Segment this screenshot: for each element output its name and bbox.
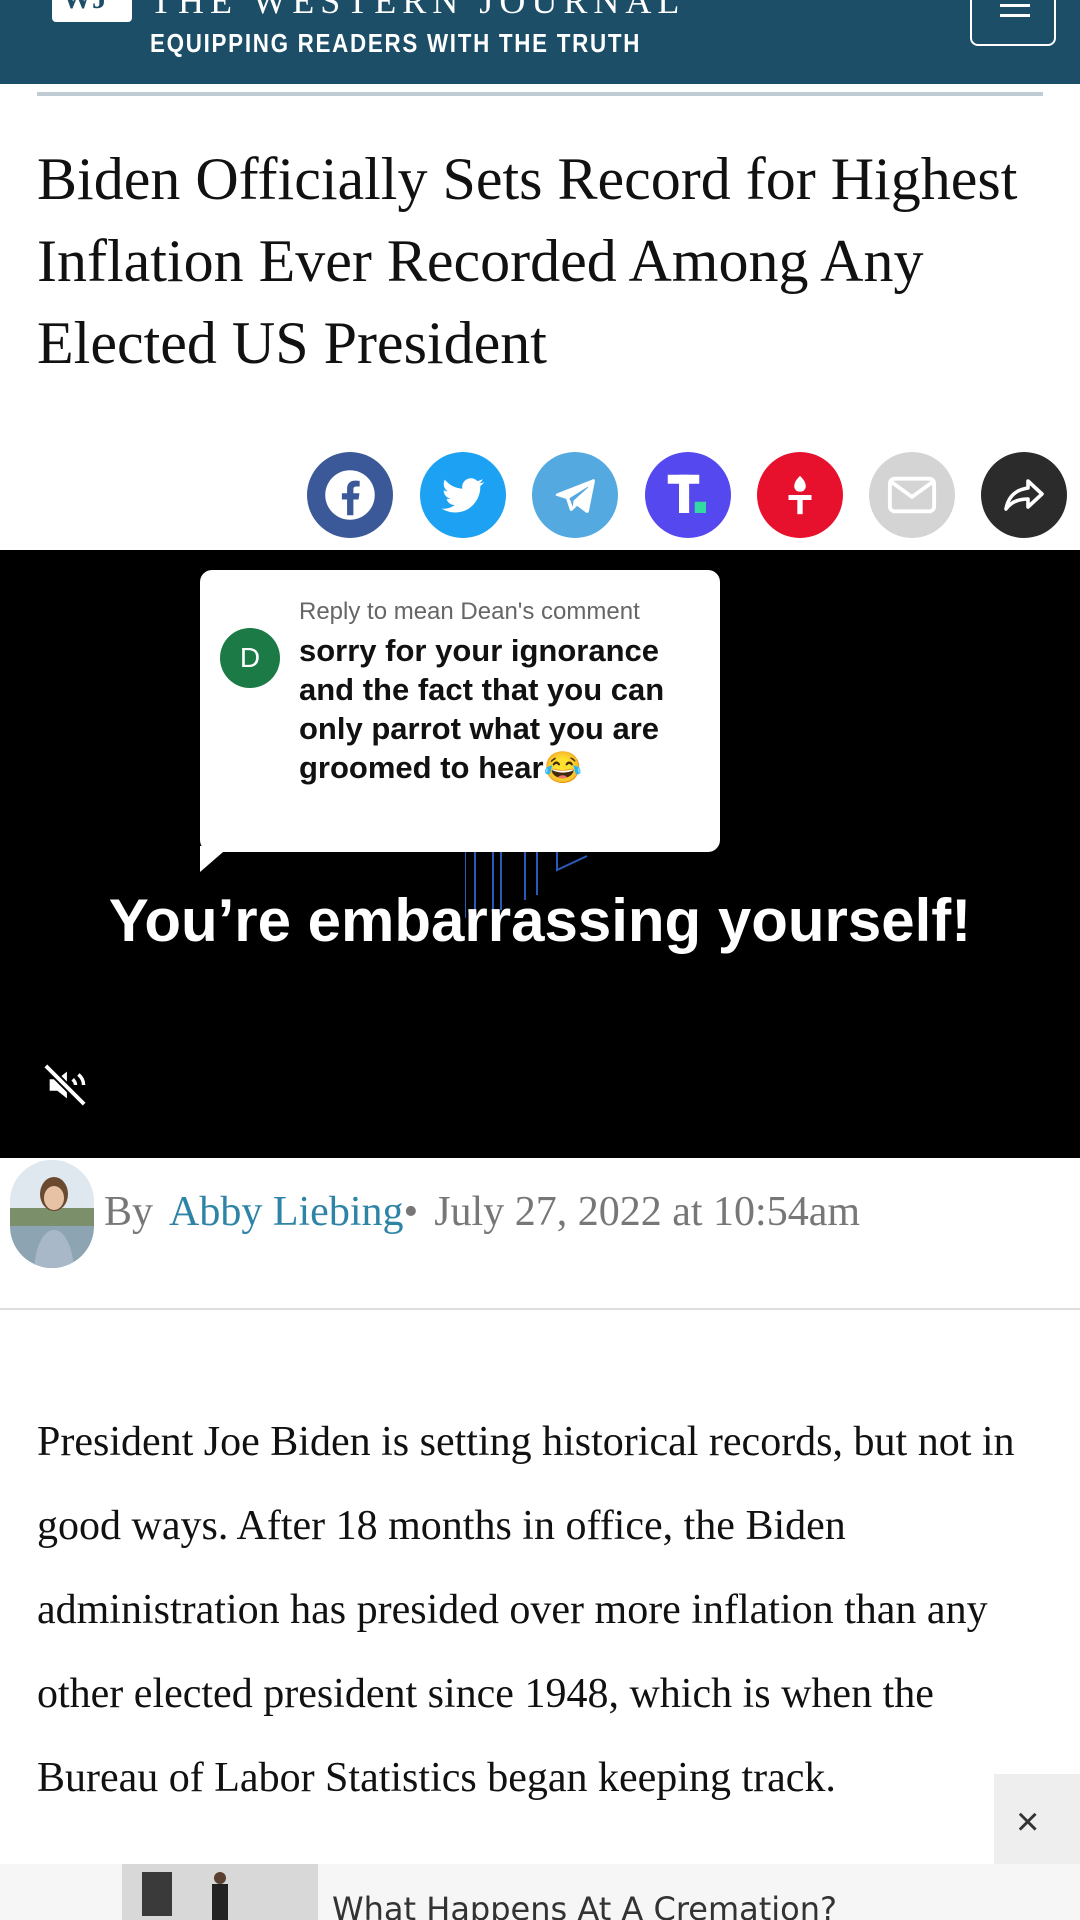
author-avatar[interactable] [10, 1160, 94, 1268]
by-label: By [104, 1189, 154, 1235]
commenter-avatar: D [220, 628, 280, 688]
email-icon [887, 476, 937, 514]
close-icon: × [1016, 1800, 1040, 1844]
tagline: EQUIPPING READERS WITH THE TRUTH [150, 28, 642, 58]
byline-divider [0, 1308, 1080, 1310]
muted-speaker-icon [43, 1063, 87, 1107]
hamburger-icon-bar [1000, 14, 1030, 17]
logo-text: WJ [62, 0, 107, 16]
ad-image [122, 1864, 318, 1920]
telegram-share-button[interactable] [532, 452, 618, 538]
comment-reply-bubble: D Reply to mean Dean's comment sorry for… [200, 570, 720, 852]
publish-date: July 27, 2022 at 10:54am [434, 1189, 861, 1235]
mute-button[interactable] [42, 1062, 88, 1113]
reply-to-label: Reply to mean Dean's comment [299, 598, 640, 625]
article-body: President Joe Biden is setting historica… [37, 1419, 1015, 1801]
truth-social-icon [667, 474, 706, 513]
hamburger-icon [1000, 4, 1030, 7]
more-share-button[interactable] [981, 452, 1067, 538]
email-share-button[interactable] [869, 452, 955, 538]
facebook-share-button[interactable] [307, 452, 393, 538]
ad-thumbnail [122, 1864, 318, 1920]
menu-button[interactable] [970, 0, 1056, 46]
telegram-icon [555, 479, 595, 513]
site-logo[interactable]: WJ [52, 0, 132, 22]
video-caption: You’re embarrassing yourself! [108, 887, 972, 954]
gettr-icon [788, 475, 812, 515]
masthead[interactable]: THE WESTERN JOURNAL [150, 0, 685, 22]
byline-separator: • [403, 1189, 419, 1235]
ad-headline: What Happens At A Cremation? [332, 1890, 838, 1920]
header-divider [37, 92, 1043, 96]
video-player[interactable]: D Reply to mean Dean's comment sorry for… [0, 550, 1080, 1158]
site-header: WJ THE WESTERN JOURNAL EQUIPPING READERS… [0, 0, 1080, 84]
gettr-share-button[interactable] [757, 452, 843, 538]
byline-text: By Abby Liebing• July 27, 2022 at 10:54am [104, 1188, 860, 1236]
twitter-icon [441, 478, 485, 513]
ad-close-button[interactable]: × [994, 1774, 1080, 1870]
truth-social-share-button[interactable] [645, 452, 731, 538]
twitter-share-button[interactable] [420, 452, 506, 538]
byline: By Abby Liebing• July 27, 2022 at 10:54am [0, 1158, 1080, 1308]
facebook-icon [325, 470, 375, 520]
author-photo-image [10, 1160, 94, 1268]
reply-comment-text: sorry for your ignorance and the fact th… [299, 633, 665, 785]
author-link[interactable]: Abby Liebing [169, 1189, 403, 1235]
share-icon [1004, 479, 1044, 511]
bottom-ad-banner[interactable]: What Happens At A Cremation? [0, 1864, 1080, 1920]
article-headline: Biden Officially Sets Record for Highest… [37, 146, 1018, 376]
bubble-tail [200, 846, 230, 872]
